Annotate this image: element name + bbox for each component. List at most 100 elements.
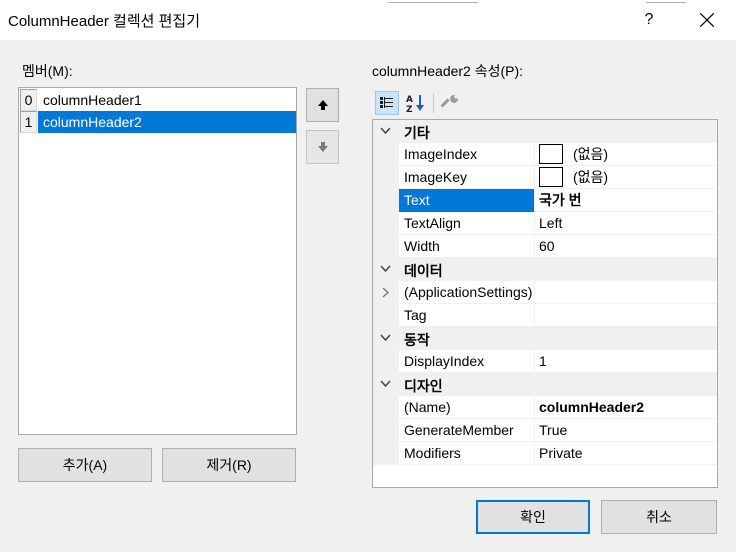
chevron-down-icon[interactable]	[380, 334, 391, 342]
property-row[interactable]: DisplayIndex 1	[373, 350, 717, 373]
member-name: columnHeader2	[38, 111, 296, 133]
property-value-text: (없음)	[573, 169, 609, 185]
category-row[interactable]: 디자인	[373, 373, 717, 396]
move-down-button[interactable]	[306, 130, 339, 164]
svg-text:A: A	[406, 95, 413, 105]
property-row[interactable]: Width 60	[373, 235, 717, 258]
background-window-edge	[388, 0, 478, 3]
grid-margin	[373, 396, 399, 419]
category-label: 기타	[404, 125, 430, 141]
property-value[interactable]: 60	[535, 235, 717, 258]
property-value[interactable]: Private	[535, 442, 717, 465]
member-item-selected[interactable]: 1 columnHeader2	[20, 111, 296, 133]
property-value[interactable]	[535, 281, 717, 304]
category-row[interactable]: 동작	[373, 327, 717, 350]
member-index: 0	[20, 89, 37, 111]
property-row[interactable]: ImageKey (없음)	[373, 166, 717, 189]
chevron-down-icon[interactable]	[380, 127, 391, 135]
grid-margin	[373, 304, 399, 327]
cancel-button[interactable]: 취소	[601, 500, 717, 534]
alphabetical-button[interactable]: A Z	[404, 91, 428, 115]
categorized-button[interactable]	[375, 91, 399, 115]
grid-margin	[373, 235, 399, 258]
chevron-down-icon[interactable]	[380, 265, 391, 273]
categorized-icon	[380, 97, 393, 108]
property-row-selected[interactable]: Text 국가 번	[373, 189, 717, 212]
close-icon	[700, 13, 714, 27]
members-list[interactable]: 0 columnHeader1 1 columnHeader2	[18, 87, 297, 435]
property-value[interactable]	[535, 304, 717, 327]
members-label: 멤버(M):	[22, 63, 73, 79]
property-value[interactable]: (없음)	[535, 143, 717, 166]
category-band	[399, 327, 717, 350]
member-item[interactable]: 0 columnHeader1	[20, 89, 296, 111]
help-button[interactable]: ?	[638, 8, 660, 32]
arrow-down-icon	[318, 142, 328, 152]
toolbar-separator	[433, 93, 434, 113]
grid-margin	[373, 212, 399, 235]
image-swatch	[539, 167, 563, 188]
property-name: Width	[399, 235, 535, 258]
add-button[interactable]: 추가(A)	[18, 448, 152, 482]
property-value[interactable]: 국가 번	[535, 189, 717, 212]
category-row[interactable]: 데이터	[373, 258, 717, 281]
property-value[interactable]: 1	[535, 350, 717, 373]
alphabetical-icon: A Z	[406, 95, 424, 115]
window-title: ColumnHeader 컬렉션 편집기	[8, 13, 201, 30]
grid-margin	[373, 120, 399, 143]
property-name: GenerateMember	[399, 419, 535, 442]
property-value[interactable]: (없음)	[535, 166, 717, 189]
property-pages-button[interactable]	[440, 91, 464, 115]
chevron-right-icon[interactable]	[382, 287, 389, 298]
property-name: (Name)	[399, 396, 535, 419]
remove-button[interactable]: 제거(R)	[162, 448, 296, 482]
image-swatch	[539, 144, 563, 165]
ok-button[interactable]: 확인	[476, 500, 590, 534]
property-value[interactable]: True	[535, 419, 717, 442]
property-name: Text	[399, 189, 535, 212]
grid-margin	[373, 281, 399, 304]
category-band	[399, 120, 717, 143]
category-label: 동작	[404, 332, 430, 348]
property-value[interactable]: Left	[535, 212, 717, 235]
category-label: 디자인	[404, 378, 443, 394]
grid-margin	[373, 189, 399, 212]
grid-margin	[373, 442, 399, 465]
grid-margin	[373, 419, 399, 442]
property-name: Tag	[399, 304, 535, 327]
property-row[interactable]: ImageIndex (없음)	[373, 143, 717, 166]
grid-margin	[373, 327, 399, 350]
grid-margin	[373, 143, 399, 166]
property-name: TextAlign	[399, 212, 535, 235]
member-name: columnHeader1	[43, 92, 142, 108]
property-name: ImageIndex	[399, 143, 535, 166]
property-value-text: (없음)	[573, 146, 609, 162]
category-band	[399, 373, 717, 396]
svg-text:Z: Z	[406, 105, 413, 115]
category-label: 데이터	[404, 263, 443, 279]
grid-margin	[373, 350, 399, 373]
chevron-down-icon[interactable]	[380, 380, 391, 388]
property-row[interactable]: (Name) columnHeader2	[373, 396, 717, 419]
member-index: 1	[20, 111, 37, 133]
property-row[interactable]: Modifiers Private	[373, 442, 717, 465]
move-up-button[interactable]	[306, 88, 339, 122]
category-row[interactable]: 기타	[373, 120, 717, 143]
close-button[interactable]	[688, 0, 726, 40]
background-window-edge	[646, 0, 686, 3]
wrench-icon	[440, 94, 459, 108]
property-value[interactable]: columnHeader2	[535, 396, 717, 419]
grid-margin	[373, 258, 399, 281]
property-name: DisplayIndex	[399, 350, 535, 373]
property-row[interactable]: (ApplicationSettings)	[373, 281, 717, 304]
grid-margin	[373, 373, 399, 396]
property-row[interactable]: Tag	[373, 304, 717, 327]
property-grid[interactable]: 기타 ImageIndex (없음) ImageKey (없음) Text 국가…	[372, 119, 718, 488]
property-row[interactable]: GenerateMember True	[373, 419, 717, 442]
category-band	[399, 258, 717, 281]
property-name: ImageKey	[399, 166, 535, 189]
property-name: Modifiers	[399, 442, 535, 465]
property-name: (ApplicationSettings)	[399, 281, 535, 304]
properties-label: columnHeader2 속성(P):	[372, 63, 524, 79]
property-row[interactable]: TextAlign Left	[373, 212, 717, 235]
